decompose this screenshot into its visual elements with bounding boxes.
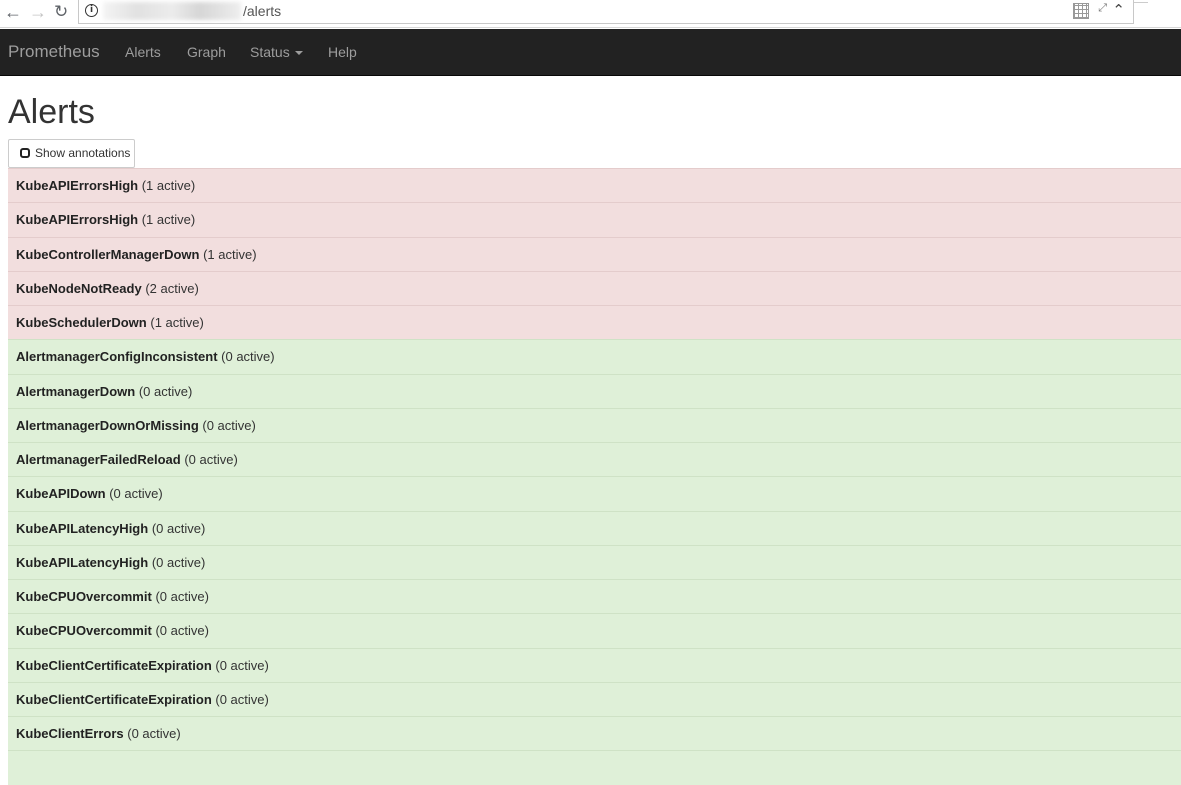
alert-active-count: (0 active) (127, 726, 181, 741)
arrow-left-icon[interactable]: ← (4, 2, 22, 22)
alert-active-count: (1 active) (141, 178, 196, 193)
expand-icon[interactable]: ⤢ (1098, 2, 1107, 15)
alert-active-count: (0 active) (151, 554, 206, 570)
show-annotations-label: Show annotations (35, 146, 131, 160)
alert-row[interactable] (8, 750, 1181, 785)
alert-name: AlertmanagerDownOrMissing (16, 417, 199, 433)
alert-row[interactable]: KubeAPILatencyHigh (0 active) (8, 510, 1181, 545)
alert-row[interactable]: KubeAPILatencyHigh (0 active) (8, 544, 1181, 579)
alert-active-count: (0 active) (155, 589, 209, 604)
alert-list: KubeAPIErrorsHigh (1 active) KubeAPIError… (8, 168, 1181, 785)
alert-name: AlertmanagerDown (16, 383, 136, 399)
blurred-host (103, 2, 241, 20)
alert-name: KubeSchedulerDown (16, 315, 147, 330)
alert-name: KubeCPUOvercommit (16, 589, 152, 604)
browser-toolbar: ← → ↻ i /alerts ⤢ ⌃ (0, 0, 1181, 28)
nav-status-dropdown[interactable]: Status (250, 44, 303, 60)
alert-active-count: (2 active) (145, 280, 199, 296)
arrow-right-icon[interactable]: → (29, 2, 47, 22)
alert-name: KubeControllerManagerDown (16, 246, 200, 262)
alert-active-count: (0 active) (184, 452, 238, 467)
alert-row[interactable]: KubeClientErrors (0 active) (8, 716, 1181, 751)
caret-up-icon[interactable]: ⌃ (1112, 1, 1125, 19)
alert-row[interactable]: KubeAPIDown (0 active) (8, 476, 1181, 511)
alert-active-count: (0 active) (155, 623, 209, 639)
alert-active-count: (0 active) (221, 349, 275, 365)
url-path[interactable]: /alerts (243, 3, 281, 19)
reload-icon[interactable]: ↻ (54, 2, 68, 22)
alert-active-count: (0 active) (202, 417, 256, 433)
nav-graph[interactable]: Graph (187, 44, 226, 60)
nav-help[interactable]: Help (328, 44, 357, 60)
alert-name: AlertmanagerConfigInconsistent (16, 349, 218, 365)
grid-icon[interactable] (1073, 3, 1089, 19)
alert-active-count: (1 active) (203, 246, 257, 262)
alert-row[interactable]: KubeAPIErrorsHigh (1 active) (8, 168, 1181, 203)
show-annotations-button[interactable]: Show annotations (8, 139, 135, 168)
alert-row[interactable]: KubeSchedulerDown (1 active) (8, 305, 1181, 340)
alert-row[interactable]: AlertmanagerConfigInconsistent (0 active… (8, 339, 1181, 374)
alert-name: KubeAPILatencyHigh (16, 554, 149, 570)
info-icon[interactable]: i (85, 4, 98, 17)
alert-name: KubeCPUOvercommit (16, 623, 152, 639)
nav-status-label: Status (250, 44, 290, 60)
alert-name: AlertmanagerFailedReload (16, 452, 181, 467)
alert-active-count: (0 active) (138, 383, 193, 399)
page-title: Alerts (8, 93, 95, 131)
alert-name: KubeClientErrors (16, 726, 124, 741)
alert-row[interactable]: KubeControllerManagerDown (1 active) (8, 236, 1181, 271)
alert-active-count: (0 active) (151, 520, 206, 536)
alert-name: KubeAPIErrorsHigh (16, 178, 139, 193)
alert-name: KubeClientCertificateExpiration (16, 691, 212, 707)
alert-name: KubeAPIErrorsHigh (16, 212, 139, 228)
alert-name: KubeNodeNotReady (16, 280, 142, 296)
alert-row[interactable]: KubeAPIErrorsHigh (1 active) (8, 202, 1181, 237)
alert-active-count: (1 active) (141, 212, 196, 228)
alert-active-count: (1 active) (150, 315, 204, 330)
nav-alerts[interactable]: Alerts (125, 44, 161, 60)
alert-row[interactable]: KubeClientCertificateExpiration (0 activ… (8, 681, 1181, 716)
alert-row[interactable]: KubeCPUOvercommit (0 active) (8, 613, 1181, 648)
alert-active-count: (0 active) (109, 486, 163, 502)
alert-row[interactable]: AlertmanagerFailedReload (0 active) (8, 442, 1181, 477)
alert-row[interactable]: AlertmanagerDown (0 active) (8, 373, 1181, 408)
brand-link[interactable]: Prometheus (8, 42, 100, 62)
caret-down-icon (294, 51, 303, 56)
alert-name: KubeClientCertificateExpiration (16, 657, 212, 673)
alert-active-count: (0 active) (215, 657, 269, 673)
address-bar[interactable]: i /alerts ⤢ ⌃ (78, 0, 1134, 24)
alert-row[interactable]: KubeNodeNotReady (2 active) (8, 270, 1181, 305)
top-navbar: Prometheus Alerts Graph Status Help (0, 29, 1181, 76)
alert-row[interactable]: KubeClientCertificateExpiration (0 activ… (8, 647, 1181, 682)
alert-row[interactable]: KubeCPUOvercommit (0 active) (8, 579, 1181, 614)
alert-name: KubeAPILatencyHigh (16, 520, 149, 536)
alert-active-count: (0 active) (215, 691, 269, 707)
checkbox-icon[interactable] (20, 148, 30, 158)
alert-row[interactable]: AlertmanagerDownOrMissing (0 active) (8, 407, 1181, 442)
alert-name: KubeAPIDown (16, 486, 106, 502)
